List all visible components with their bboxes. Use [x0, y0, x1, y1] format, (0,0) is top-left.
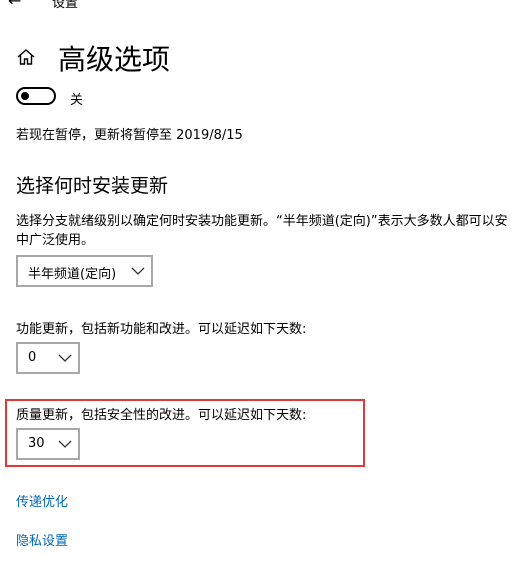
delivery-optimization-link[interactable]: 传递优化 [16, 491, 68, 510]
chevron-down-icon [58, 440, 72, 448]
select-value: 30 [28, 436, 45, 451]
back-arrow-icon[interactable]: ← [8, 0, 21, 10]
privacy-settings-link[interactable]: 隐私设置 [16, 530, 68, 549]
chevron-down-icon [58, 354, 72, 362]
description-line-1: 选择分支就绪级别以确定何时安装功能更新。“半年频道(定向)”表示大多数人都可以安 [16, 214, 508, 229]
chevron-down-icon [131, 267, 145, 275]
section-description: 选择分支就绪级别以确定何时安装功能更新。“半年频道(定向)”表示大多数人都可以安… [16, 212, 529, 250]
window-title: 设置 [52, 0, 79, 11]
title-bar [0, 0, 529, 12]
section-title: 选择何时安装更新 [16, 175, 169, 197]
home-icon[interactable] [16, 47, 36, 67]
feature-updates-defer-select[interactable]: 0 [16, 342, 80, 374]
toggle-knob [21, 92, 29, 100]
feature-updates-label: 功能更新，包括新功能和改进。可以延迟如下天数: [16, 322, 307, 337]
pause-updates-toggle[interactable] [16, 87, 56, 105]
page-title: 高级选项 [58, 43, 171, 76]
toggle-state-label: 关 [70, 93, 84, 108]
quality-updates-defer-select[interactable]: 30 [16, 428, 80, 460]
quality-updates-label: 质量更新，包括安全性的改进。可以延迟如下天数: [16, 408, 307, 423]
pause-status-text: 若现在暂停，更新将暂停至 2019/8/15 [16, 128, 243, 143]
branch-readiness-select[interactable]: 半年频道(定向) [16, 255, 153, 287]
select-value: 半年频道(定向) [28, 267, 117, 282]
select-value: 0 [28, 350, 37, 365]
description-line-2: 中广泛使用。 [16, 233, 95, 248]
